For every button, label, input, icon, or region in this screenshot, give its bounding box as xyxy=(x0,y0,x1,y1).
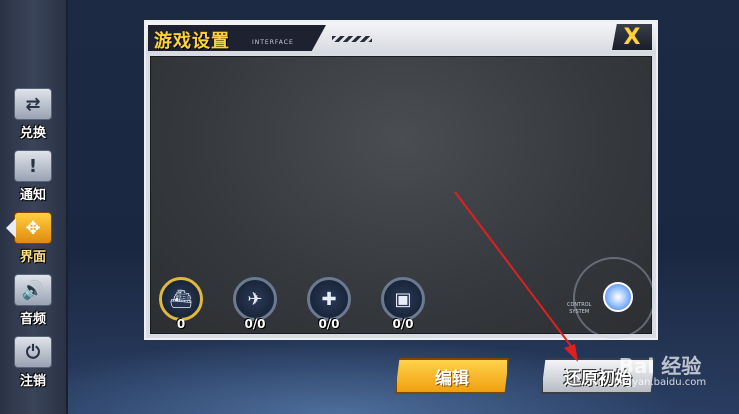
watermark-brand: Bai 经验 xyxy=(618,354,702,378)
watermark-url: jingyan.baidu.com xyxy=(613,377,707,388)
watermark: Bai 经验 jingyan.baidu.com xyxy=(590,350,730,410)
